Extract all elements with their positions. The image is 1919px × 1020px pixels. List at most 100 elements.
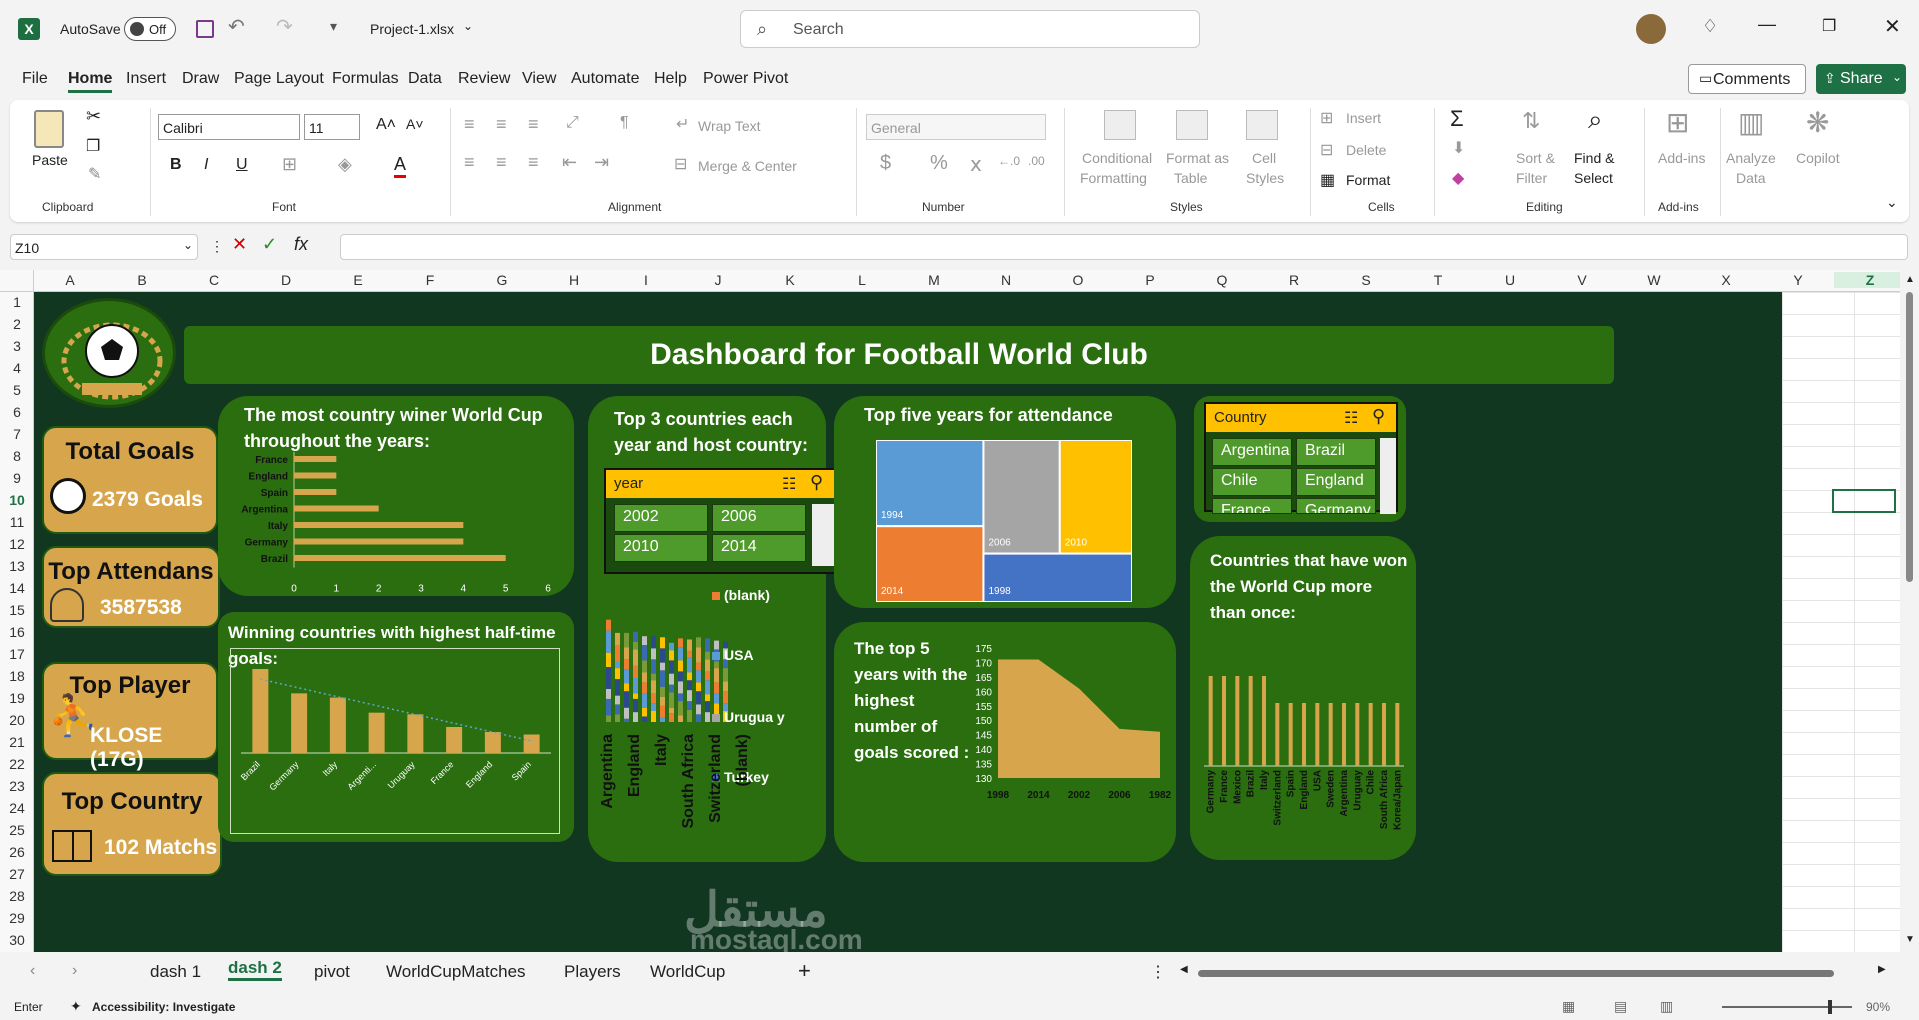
more-icon[interactable]: ⋮ (210, 238, 224, 255)
column-header-v[interactable]: V (1546, 272, 1618, 288)
row-header-29[interactable]: 29 (0, 910, 34, 926)
chevron-down-icon[interactable]: ⌄ (463, 19, 473, 33)
column-header-o[interactable]: O (1042, 272, 1114, 288)
menu-automate[interactable]: Automate (571, 70, 639, 88)
fill-color-icon[interactable]: ◈ (338, 154, 352, 175)
menu-home[interactable]: Home (68, 70, 113, 93)
accessibility-icon[interactable]: ✦ (70, 998, 82, 1015)
cut-icon[interactable]: ✂ (86, 106, 101, 127)
slicer-item[interactable]: France (1212, 498, 1292, 514)
slicer-item[interactable]: Chile (1212, 468, 1292, 496)
column-header-d[interactable]: D (250, 272, 322, 288)
page-break-icon[interactable]: ▥ (1660, 998, 1673, 1015)
font-color-icon[interactable]: A (394, 154, 407, 178)
menu-file[interactable]: File (22, 70, 48, 88)
sheet-tab-players[interactable]: Players (564, 962, 621, 982)
slicer-item[interactable]: England (1296, 468, 1376, 496)
column-header-x[interactable]: X (1690, 272, 1762, 288)
font-size-select[interactable]: 11 (304, 114, 360, 140)
copy-icon[interactable]: ❐ (86, 136, 100, 156)
collapse-ribbon-icon[interactable]: ⌄ (1886, 194, 1898, 211)
column-header-k[interactable]: K (754, 272, 826, 288)
row-header-21[interactable]: 21 (0, 734, 34, 750)
column-header-a[interactable]: A (34, 272, 106, 288)
decrease-indent-icon[interactable]: ⇤ (562, 152, 577, 173)
menu-page-layout[interactable]: Page Layout (234, 70, 324, 88)
row-header-23[interactable]: 23 (0, 778, 34, 794)
analyze-data-label-2[interactable]: Data (1736, 170, 1766, 186)
sort-filter-label-2[interactable]: Filter (1516, 170, 1547, 186)
search-box[interactable]: ⌕ Search (740, 10, 1200, 48)
customize-toolbar-icon[interactable]: ▾ (330, 18, 337, 35)
column-header-b[interactable]: B (106, 272, 178, 288)
bold-button[interactable]: B (170, 156, 182, 174)
align-bottom-icon[interactable]: ≡ (528, 114, 539, 135)
autosum-icon[interactable]: Σ (1450, 106, 1464, 132)
sheet-tab-pivot[interactable]: pivot (314, 962, 350, 982)
sort-filter-icon[interactable]: ⇅ (1522, 108, 1540, 134)
slicer-item[interactable]: 2010 (614, 534, 708, 562)
fill-icon[interactable]: ⬇ (1452, 138, 1465, 158)
avatar[interactable] (1636, 14, 1666, 44)
sheet-tab-dash-2[interactable]: dash 2 (228, 958, 282, 981)
row-header-20[interactable]: 20 (0, 712, 34, 728)
column-header-c[interactable]: C (178, 272, 250, 288)
undo-icon[interactable]: ↶ (228, 14, 245, 39)
column-header-j[interactable]: J (682, 272, 754, 288)
analyze-data-icon[interactable]: ▥ (1738, 106, 1764, 139)
clear-icon[interactable]: ◆ (1452, 168, 1464, 188)
row-header-4[interactable]: 4 (0, 360, 34, 376)
column-header-z[interactable]: Z (1834, 272, 1906, 288)
column-header-l[interactable]: L (826, 272, 898, 288)
comma-icon[interactable]: ⅹ (970, 152, 982, 177)
multi-select-icon[interactable]: ☷ (782, 474, 796, 494)
align-top-icon[interactable]: ≡ (464, 114, 475, 135)
active-cell-z10[interactable] (1832, 489, 1896, 513)
format-as-table-icon[interactable] (1176, 110, 1208, 140)
column-header-n[interactable]: N (970, 272, 1042, 288)
column-header-r[interactable]: R (1258, 272, 1330, 288)
formula-input[interactable] (340, 234, 1908, 260)
minimize-icon[interactable]: — (1758, 14, 1776, 35)
copilot-icon[interactable]: ❋ (1806, 106, 1829, 139)
italic-button[interactable]: I (204, 156, 208, 174)
insert-function-icon[interactable]: fx (294, 234, 308, 255)
cell-styles-label[interactable]: Cell (1252, 150, 1276, 166)
column-header-p[interactable]: P (1114, 272, 1186, 288)
delete-cells-button[interactable]: Delete (1346, 142, 1386, 158)
analyze-data-label[interactable]: Analyze (1726, 150, 1776, 166)
align-middle-icon[interactable]: ≡ (496, 114, 507, 135)
font-name-select[interactable]: Calibri (158, 114, 300, 140)
find-select-label-2[interactable]: Select (1574, 170, 1613, 186)
addins-button[interactable]: Add-ins (1658, 150, 1705, 166)
wrap-text-button[interactable]: Wrap Text (698, 118, 761, 134)
column-header-t[interactable]: T (1402, 272, 1474, 288)
row-header-30[interactable]: 30 (0, 932, 34, 948)
column-header-i[interactable]: I (610, 272, 682, 288)
row-header-3[interactable]: 3 (0, 338, 34, 354)
decrease-decimal-icon[interactable]: .00 (1028, 154, 1045, 168)
lightbulb-icon[interactable]: ♢ (1702, 16, 1718, 37)
prev-sheet-icon[interactable]: ‹ (30, 962, 35, 980)
row-header-11[interactable]: 11 (0, 514, 34, 530)
slicer-item[interactable]: Brazil (1296, 438, 1376, 466)
enter-icon[interactable]: ✓ (262, 234, 277, 255)
row-header-28[interactable]: 28 (0, 888, 34, 904)
row-header-10[interactable]: 10 (0, 492, 34, 508)
search-input[interactable]: Search (793, 21, 844, 39)
addins-icon[interactable]: ⊞ (1666, 106, 1689, 139)
row-header-9[interactable]: 9 (0, 470, 34, 486)
slicer-item[interactable]: 2006 (712, 504, 806, 532)
scroll-thumb[interactable] (1906, 292, 1913, 582)
scroll-down-icon[interactable]: ▼ (1905, 934, 1915, 945)
autosave-toggle[interactable]: Off (124, 17, 176, 41)
column-header-f[interactable]: F (394, 272, 466, 288)
conditional-formatting-icon[interactable] (1104, 110, 1136, 140)
menu-help[interactable]: Help (654, 70, 687, 88)
merge-center-button[interactable]: Merge & Center (698, 158, 797, 174)
add-sheet-icon[interactable]: + (798, 958, 811, 984)
column-header-m[interactable]: M (898, 272, 970, 288)
row-header-18[interactable]: 18 (0, 668, 34, 684)
cell-styles-label-2[interactable]: Styles (1246, 170, 1284, 186)
empty-cells-area[interactable] (1782, 292, 1900, 952)
